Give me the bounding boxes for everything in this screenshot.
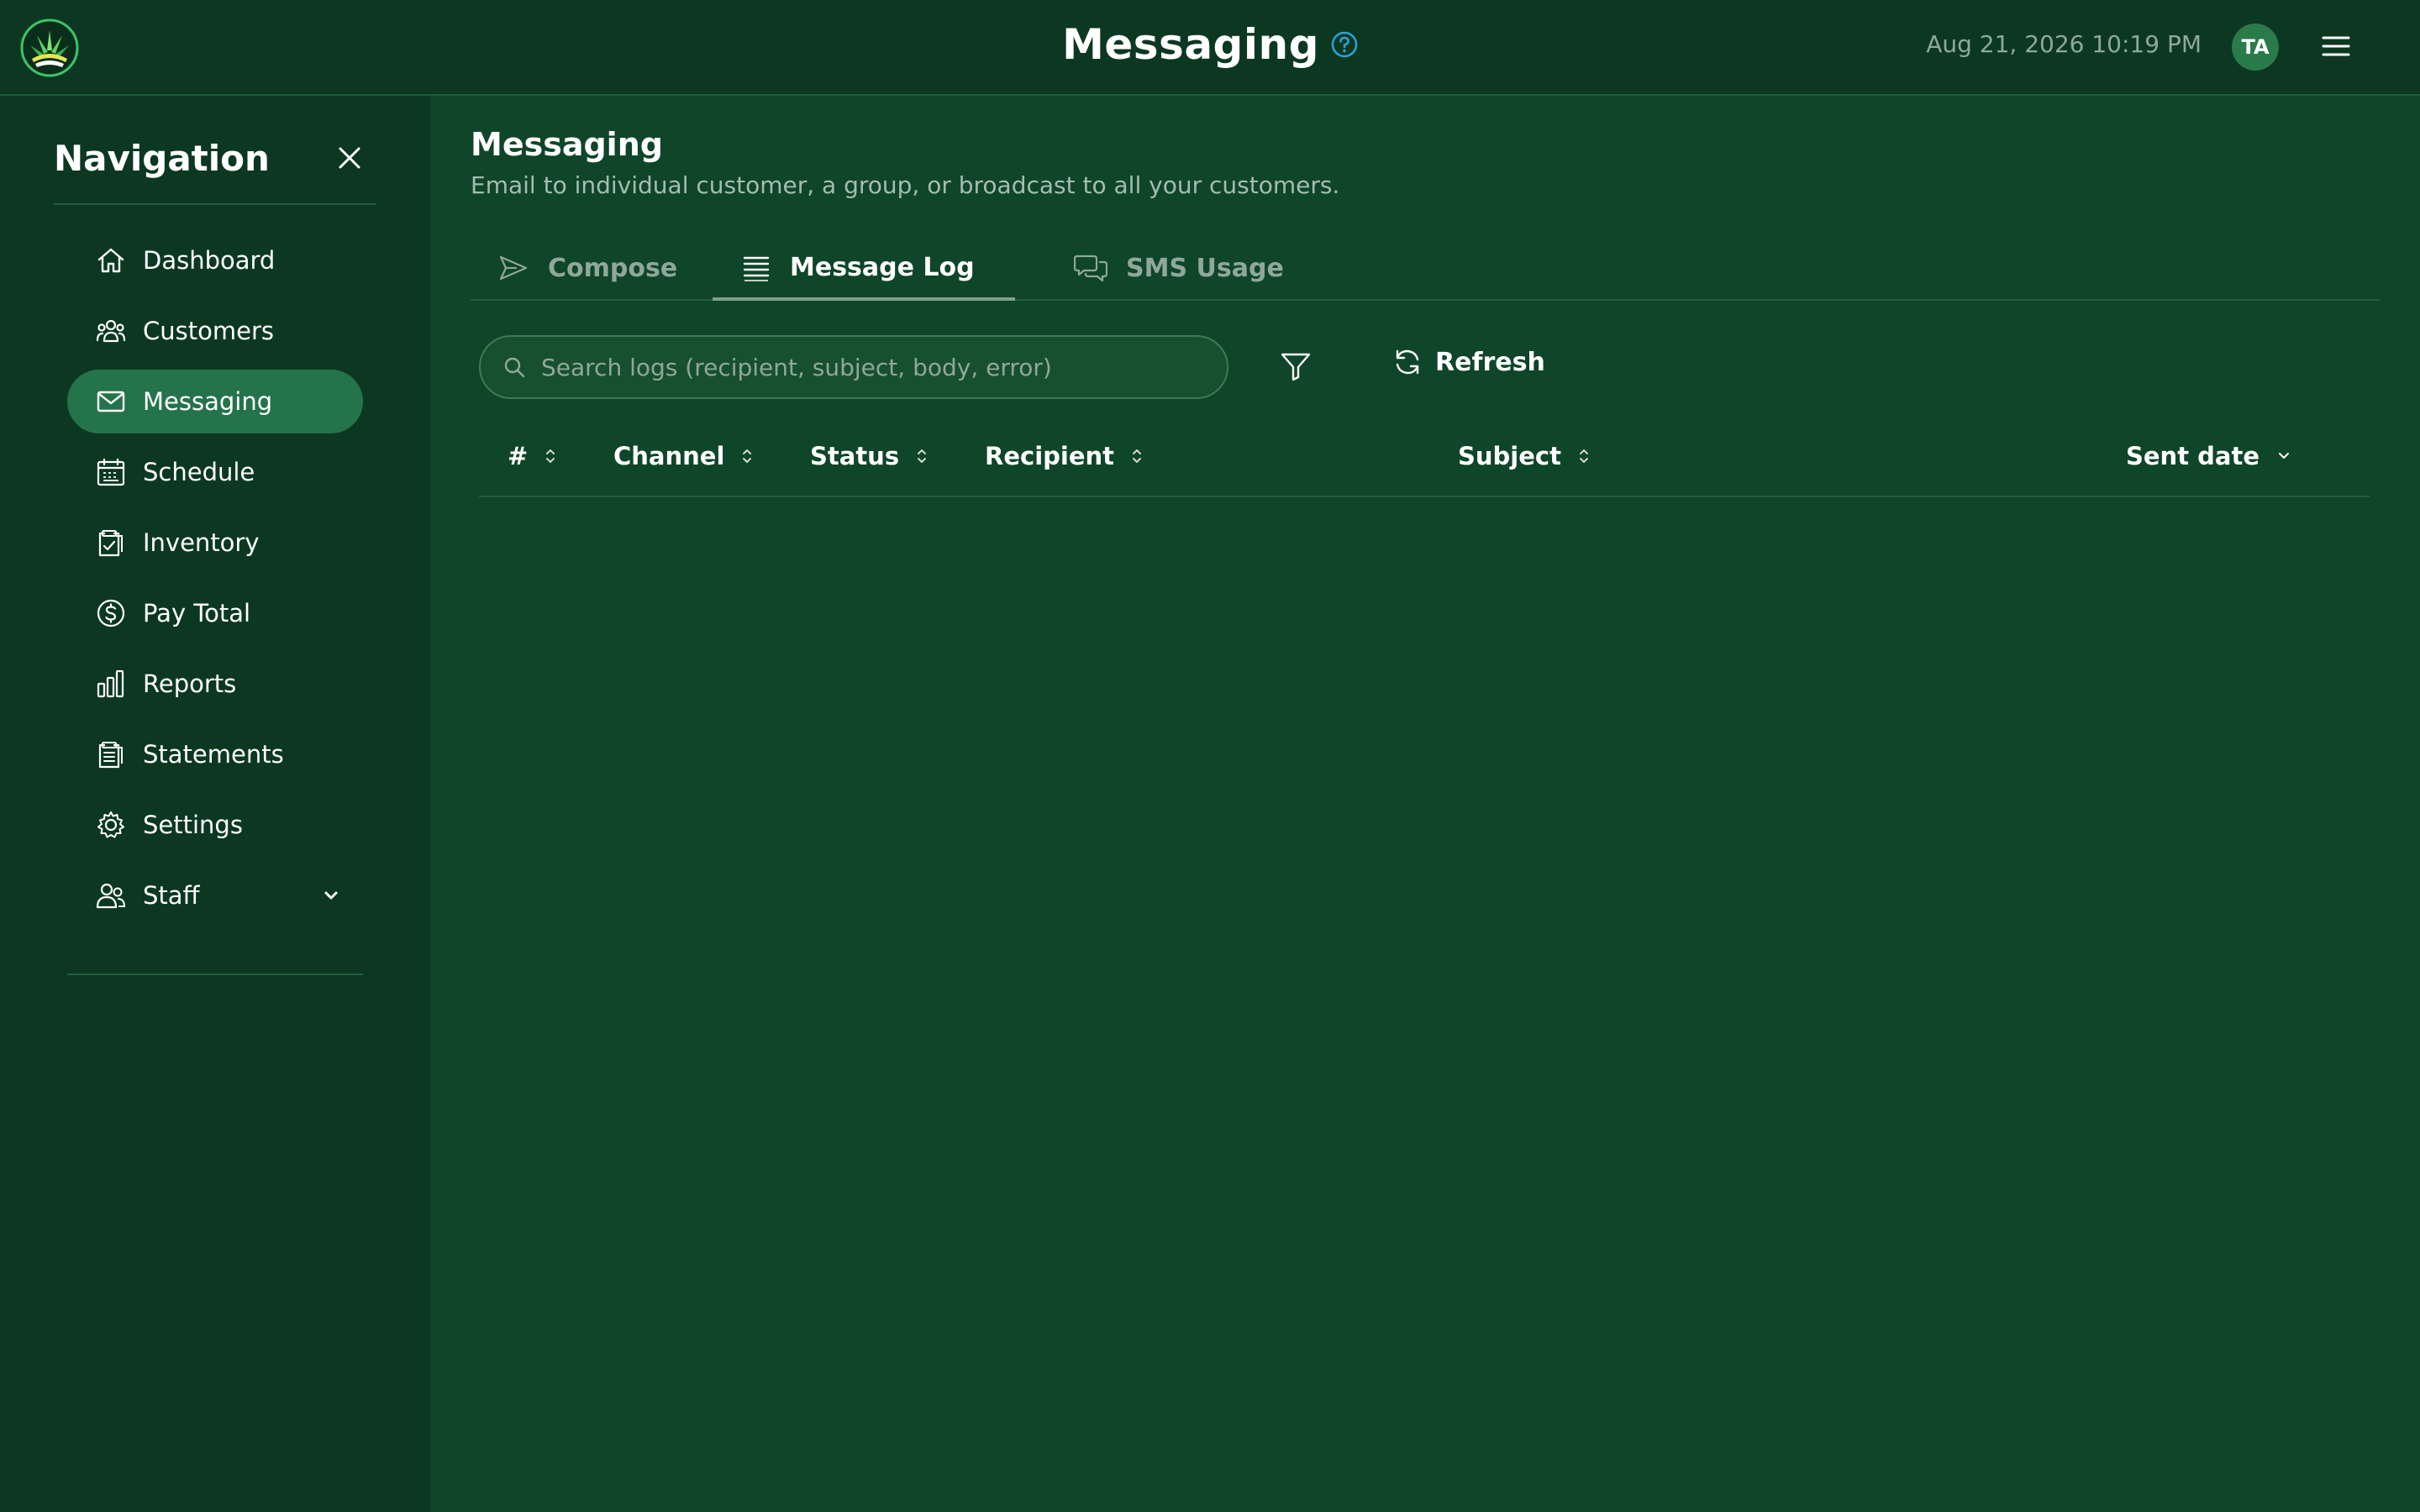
- tab-bar: Compose Message Log SMS Usage: [471, 237, 2380, 301]
- help-icon[interactable]: [1331, 31, 1358, 58]
- gear-icon: [94, 808, 128, 842]
- refresh-button[interactable]: Refresh: [1392, 346, 1545, 378]
- tab-message-log[interactable]: Message Log: [713, 237, 1015, 301]
- sidebar-item-inventory[interactable]: Inventory: [67, 511, 363, 575]
- sidebar-title: Navigation: [54, 138, 270, 179]
- chat-icon: [1074, 252, 1107, 284]
- sidebar-divider: [54, 203, 376, 205]
- column-label: Recipient: [985, 442, 1115, 470]
- sidebar-item-label: Schedule: [143, 458, 255, 486]
- column-header-status[interactable]: Status: [810, 442, 928, 470]
- column-header-recipient[interactable]: Recipient: [985, 442, 1143, 470]
- column-label: Subject: [1458, 442, 1561, 470]
- sort-icon[interactable]: [1131, 447, 1143, 465]
- sort-icon[interactable]: [1578, 447, 1590, 465]
- close-icon[interactable]: [334, 143, 365, 173]
- sort-icon[interactable]: [916, 447, 928, 465]
- sidebar-item-customers[interactable]: Customers: [67, 299, 363, 363]
- tab-label: Compose: [548, 253, 678, 283]
- list-icon: [741, 252, 771, 282]
- datetime: Aug 21, 2026 10:19 PM: [1926, 30, 2202, 58]
- table-header: # Channel Status Recipient Subject Sent …: [479, 423, 2370, 497]
- hamburger-menu-icon[interactable]: [2321, 34, 2351, 59]
- column-label: Channel: [613, 442, 725, 470]
- calendar-icon: [94, 455, 128, 489]
- search-icon: [502, 355, 526, 379]
- sidebar-item-schedule[interactable]: Schedule: [67, 440, 363, 504]
- sidebar-item-staff[interactable]: Staff: [67, 864, 363, 927]
- tab-label: SMS Usage: [1126, 253, 1284, 283]
- home-icon: [94, 244, 128, 277]
- refresh-icon: [1392, 346, 1423, 378]
- search-bar: [479, 335, 1228, 399]
- tab-label: Message Log: [790, 252, 975, 282]
- sort-icon[interactable]: [741, 447, 753, 465]
- filter-icon: [1281, 353, 1311, 381]
- main-content: Messaging Email to individual customer, …: [430, 96, 2420, 1512]
- sidebar-item-pay-total[interactable]: Pay Total: [67, 581, 363, 645]
- clipboard-list-icon: [94, 738, 128, 771]
- sidebar-item-messaging[interactable]: Messaging: [67, 370, 363, 433]
- sidebar-nav: Dashboard Customers Messaging Schedule I…: [67, 228, 363, 934]
- sidebar-item-label: Staff: [143, 881, 200, 910]
- sidebar-item-settings[interactable]: Settings: [67, 793, 363, 857]
- chevron-down-icon[interactable]: [323, 887, 339, 904]
- tab-sms-usage[interactable]: SMS Usage: [1074, 237, 1284, 299]
- sidebar-item-label: Pay Total: [143, 599, 251, 627]
- send-icon: [497, 252, 529, 284]
- sidebar-bottom-divider: [67, 974, 363, 975]
- sidebar-item-label: Inventory: [143, 528, 260, 557]
- tab-compose[interactable]: Compose: [497, 237, 677, 299]
- dollar-icon: [94, 596, 128, 630]
- sidebar-item-label: Messaging: [143, 387, 273, 416]
- column-header-number[interactable]: #: [508, 442, 556, 470]
- column-label: Sent date: [2126, 442, 2260, 470]
- clipboard-check-icon: [94, 526, 128, 559]
- sidebar: Navigation Dashboard Customers Messaging: [0, 96, 430, 1512]
- top-bar: Messaging Aug 21, 2026 10:19 PM TA: [0, 0, 2420, 96]
- sidebar-item-reports[interactable]: Reports: [67, 652, 363, 716]
- column-header-channel[interactable]: Channel: [613, 442, 753, 470]
- sort-icon[interactable]: [544, 447, 556, 465]
- bar-chart-icon: [94, 667, 128, 701]
- sidebar-item-dashboard[interactable]: Dashboard: [67, 228, 363, 292]
- users-icon: [94, 314, 128, 348]
- avatar[interactable]: TA: [2232, 24, 2279, 71]
- page-title: Messaging: [471, 126, 663, 163]
- sidebar-item-label: Statements: [143, 740, 284, 769]
- column-header-sent-date[interactable]: Sent date: [2126, 442, 2291, 470]
- mail-icon: [94, 385, 128, 418]
- column-label: #: [508, 442, 529, 470]
- sidebar-item-label: Settings: [143, 811, 243, 839]
- search-input[interactable]: [539, 352, 1198, 382]
- app-title-text: Messaging: [1062, 20, 1319, 69]
- column-label: Status: [810, 442, 900, 470]
- sort-desc-icon[interactable]: [2276, 449, 2291, 464]
- column-header-subject[interactable]: Subject: [1458, 442, 1590, 470]
- filter-button[interactable]: [1279, 349, 1313, 383]
- page-subtitle: Email to individual customer, a group, o…: [471, 171, 1340, 199]
- staff-icon: [94, 879, 128, 912]
- sidebar-item-label: Reports: [143, 669, 237, 698]
- sidebar-item-label: Customers: [143, 317, 274, 345]
- refresh-label: Refresh: [1435, 347, 1545, 377]
- sidebar-item-statements[interactable]: Statements: [67, 722, 363, 786]
- sidebar-item-label: Dashboard: [143, 246, 276, 275]
